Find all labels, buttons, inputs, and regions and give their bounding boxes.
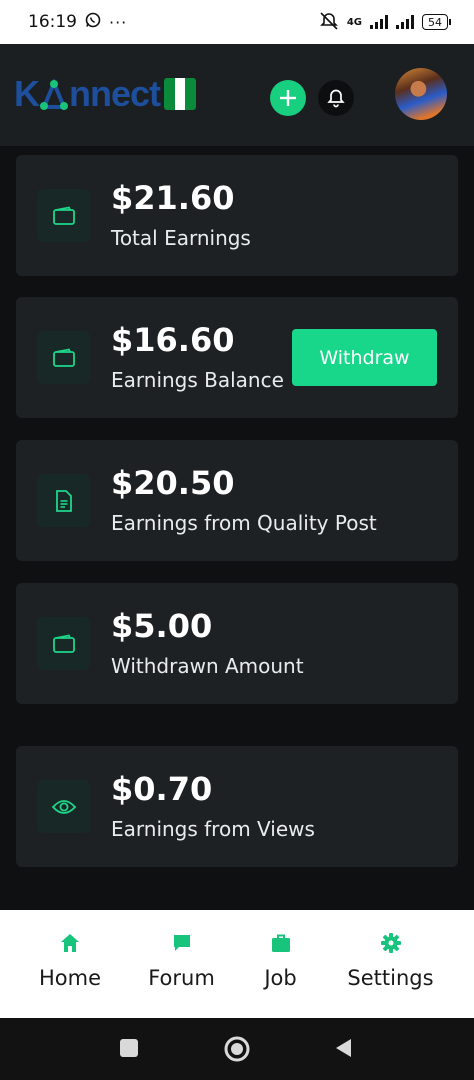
wallet-icon bbox=[37, 189, 90, 242]
recent-apps-button[interactable] bbox=[118, 1037, 140, 1063]
whatsapp-icon bbox=[85, 12, 101, 33]
signal-icon bbox=[370, 15, 388, 29]
more-notifications-icon: ··· bbox=[109, 12, 128, 32]
system-navigation-bar bbox=[0, 1018, 474, 1080]
wallet-icon bbox=[37, 331, 90, 384]
card-label: Withdrawn Amount bbox=[111, 654, 304, 678]
views-earnings-card: $0.70 Earnings from Views bbox=[16, 746, 458, 867]
total-earnings-card: $21.60 Total Earnings bbox=[16, 155, 458, 276]
eye-icon bbox=[37, 780, 90, 833]
bell-icon bbox=[327, 89, 345, 108]
square-icon bbox=[120, 1039, 138, 1057]
app-header: K nnect bbox=[0, 44, 474, 146]
withdrawn-amount-card: $5.00 Withdrawn Amount bbox=[16, 583, 458, 704]
battery-level: 54 bbox=[428, 15, 442, 29]
card-amount: $16.60 bbox=[111, 321, 235, 359]
logo-text-k: K bbox=[14, 73, 40, 114]
chat-icon bbox=[173, 935, 190, 951]
nav-label: Settings bbox=[347, 966, 434, 990]
card-label: Earnings Balance bbox=[111, 368, 284, 392]
home-icon bbox=[61, 934, 79, 952]
plus-icon bbox=[280, 90, 296, 106]
battery-icon: 54 bbox=[422, 14, 451, 30]
nigeria-flag-icon bbox=[164, 78, 197, 110]
back-triangle-icon bbox=[336, 1039, 351, 1057]
document-icon bbox=[37, 474, 90, 527]
nav-item-job[interactable]: Job bbox=[262, 932, 299, 990]
home-system-button[interactable] bbox=[223, 1035, 251, 1067]
network-label: 4G bbox=[346, 16, 362, 28]
nav-item-home[interactable]: Home bbox=[39, 932, 102, 990]
nav-item-forum[interactable]: Forum bbox=[148, 932, 215, 990]
card-amount: $5.00 bbox=[111, 607, 213, 645]
nav-label: Job bbox=[264, 966, 297, 990]
card-label: Total Earnings bbox=[111, 226, 251, 250]
mute-icon bbox=[319, 11, 339, 33]
nav-label: Forum bbox=[148, 966, 215, 990]
card-amount: $20.50 bbox=[111, 464, 235, 502]
card-amount: $21.60 bbox=[111, 179, 235, 217]
wallet-icon bbox=[37, 617, 90, 670]
status-bar: 16:19 ··· 4G 54 bbox=[0, 0, 474, 44]
gear-icon bbox=[380, 933, 401, 953]
notifications-button[interactable] bbox=[318, 80, 354, 116]
card-amount: $0.70 bbox=[111, 770, 213, 808]
back-button[interactable] bbox=[333, 1037, 355, 1063]
quality-post-earnings-card: $20.50 Earnings from Quality Post bbox=[16, 440, 458, 561]
user-avatar[interactable] bbox=[395, 68, 447, 120]
logo-mark-icon bbox=[40, 77, 68, 110]
signal-icon-2 bbox=[396, 15, 414, 29]
nav-label: Home bbox=[39, 966, 102, 990]
briefcase-icon bbox=[271, 934, 290, 952]
status-time: 16:19 bbox=[28, 12, 77, 32]
create-post-button[interactable] bbox=[270, 80, 306, 116]
logo-text: nnect bbox=[69, 73, 161, 114]
circle-icon bbox=[224, 1036, 250, 1062]
bottom-navigation: Home Forum Job Settings bbox=[0, 910, 474, 1018]
card-label: Earnings from Quality Post bbox=[111, 511, 377, 535]
card-label: Earnings from Views bbox=[111, 817, 315, 841]
nav-item-settings[interactable]: Settings bbox=[346, 932, 435, 990]
earnings-balance-card: $16.60 Earnings Balance Withdraw bbox=[16, 297, 458, 418]
withdraw-button[interactable]: Withdraw bbox=[292, 329, 437, 386]
app-logo[interactable]: K nnect bbox=[14, 73, 197, 114]
